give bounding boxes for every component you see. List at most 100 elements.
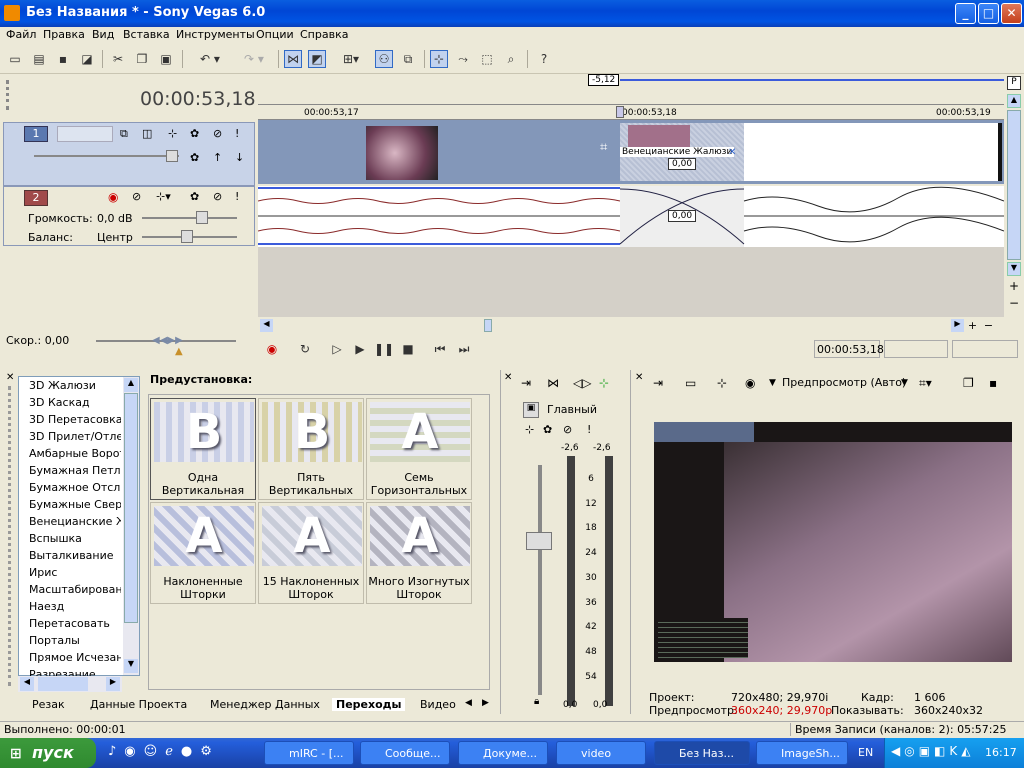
tray-icons[interactable]: ◀◎▣◧K◭ [891,744,974,758]
list-item[interactable]: Прямое Исчезание [29,651,121,664]
tab-scroll-right-icon[interactable]: ▶ [482,698,489,708]
preset-tile[interactable]: A 15 Наклоненных Шторок [258,502,364,604]
downmix-icon[interactable]: ⋈ [547,376,559,390]
preset-tile[interactable]: A Наклоненные Шторки [150,502,256,604]
preview-mode-chevron-icon[interactable]: ▼ [901,378,908,388]
zoom-out-icon[interactable]: − [982,319,995,332]
app-icon[interactable] [4,5,20,21]
bus-bypass-icon[interactable]: ⊹ [525,423,534,436]
menu-help[interactable]: Справка [300,28,348,41]
pause-icon[interactable]: ❚❚ [374,340,394,358]
menu-tools[interactable]: Инструменты [176,28,255,41]
whats-this-help-icon[interactable]: ? [535,50,553,68]
scroll-up-arrow[interactable]: ▲ [124,378,138,392]
scroll-up-arrow[interactable]: ▲ [1007,94,1021,108]
zoom-tool-icon[interactable]: ⌕ [502,50,520,68]
save-icon[interactable]: ▪ [54,50,72,68]
list-item[interactable]: 3D Перетасовка [29,413,121,426]
preset-tile[interactable]: A Много Изогнутых Шторок [366,502,472,604]
normal-edit-tool-icon[interactable]: ⊹ [430,50,448,68]
track-fx-icon[interactable]: ✿ [190,127,199,140]
grip-handle[interactable] [6,80,9,110]
video-clip-thumbnail[interactable] [366,126,438,180]
menu-options[interactable]: Опции [256,28,294,41]
scroll-thumb[interactable] [1007,110,1021,260]
track-name-field[interactable] [57,126,113,142]
quick-launch-media-icon[interactable]: ♪ [108,744,124,759]
open-folder-icon[interactable]: ▤ [30,50,48,68]
solo-icon[interactable]: ! [235,127,239,140]
selection-start-field[interactable] [884,340,948,358]
menu-view[interactable]: Вид [92,28,114,41]
insert-bus-icon[interactable]: ⇥ [521,376,531,390]
zoom-in-icon[interactable]: + [1007,279,1021,293]
empty-track-area[interactable] [258,247,1004,317]
zoom-out-icon[interactable]: − [1007,296,1021,310]
scroll-left-arrow[interactable]: ◀ [20,677,34,691]
master-fader-track[interactable] [538,465,542,695]
envelope-tool-icon[interactable]: ⤳ [454,50,472,68]
scroll-right-arrow[interactable]: ▶ [951,319,964,332]
list-item[interactable]: 3D Жалюзи [29,379,121,392]
preview-quality[interactable]: Предпросмотр (Авто) [782,376,906,389]
auto-crossfade-icon[interactable]: ◩ [308,50,326,68]
tab-trimmer[interactable]: Резак [32,698,65,711]
bus-solo-icon[interactable]: ! [587,423,591,436]
quick-launch-app-icon[interactable]: ⚙ [200,744,220,759]
arm-record-icon[interactable]: ◉ [108,190,118,204]
move-down-icon[interactable]: ↓ [235,151,244,164]
mute-icon[interactable]: ⊘ [213,127,222,140]
list-item[interactable]: Амбарные Ворота [29,447,121,460]
video-track-lane[interactable]: ⌗ Венецианские Жалюзи ✕ 0,00 [258,120,1004,184]
close-button[interactable]: ✕ [1001,3,1022,24]
mute-icon[interactable]: ⊘ [213,190,222,203]
snap-icon[interactable]: ⋈ [284,50,302,68]
list-item[interactable]: Бумажная Петля [29,464,121,477]
track-motion-icon[interactable]: ◫ [142,127,152,140]
preview-properties-icon[interactable]: ⇥ [653,376,663,390]
invert-phase-icon[interactable]: ⊘ [132,190,141,203]
scroll-down-arrow[interactable]: ▼ [1007,262,1021,276]
playhead-marker[interactable] [616,106,624,118]
play-from-start-icon[interactable]: ▷ [327,340,347,358]
track-fx-chain-icon[interactable]: ✿ [190,151,199,164]
tab-media-manager[interactable]: Менеджер Данных [210,698,320,711]
list-item[interactable]: Венецианские Жалюзи [29,515,121,528]
paste-icon[interactable]: ▣ [157,50,175,68]
list-item[interactable]: 3D Прилет/Отлет [29,430,121,443]
bypass-icon[interactable]: ⊹▾ [156,190,171,203]
quick-launch-messenger-icon[interactable]: ☺ [144,744,166,759]
quick-launch-player-icon[interactable]: ◉ [124,744,143,759]
new-file-icon[interactable]: ▭ [6,50,24,68]
selection-length-field[interactable] [952,340,1018,358]
list-item[interactable]: Бумажные Свертывания [29,498,121,511]
ignore-grouping-icon[interactable]: ⧉ [399,50,417,68]
scroll-down-arrow[interactable]: ▼ [124,659,138,673]
balance-slider-thumb[interactable] [181,230,193,243]
overlays-icon[interactable]: ◉ [745,376,755,390]
lock-envelopes-icon[interactable]: ⚇ [375,50,393,68]
play-icon[interactable]: ▶ [350,340,370,358]
redo-icon[interactable]: ↷ ▾ [236,50,272,68]
timeline-horizontal-scrollbar[interactable]: ◀ ▶ + − [258,318,1004,333]
undo-icon[interactable]: ↶ ▾ [192,50,228,68]
scroll-thumb[interactable] [484,319,492,332]
task-video-folder[interactable]: video [556,741,646,765]
dock-close-icon[interactable]: ✕ [504,372,512,383]
go-to-start-icon[interactable]: ⏮ [430,340,450,358]
preset-tile[interactable]: B Пять Вертикальных [258,398,364,500]
transition-clip[interactable]: Венецианские Жалюзи ✕ 0,00 [620,123,744,181]
opacity-slider[interactable] [34,155,179,157]
start-button[interactable]: ⊞ пуск [0,738,96,768]
menu-file[interactable]: Файл [6,28,36,41]
list-item[interactable]: Наезд [29,600,121,613]
properties-icon[interactable]: ◪ [78,50,96,68]
fader-lock-icon[interactable]: 🔒︎ [534,696,539,707]
timeline-vertical-scrollbar[interactable]: P ▲ ▼ + − [1004,74,1024,334]
compositing-mode-icon[interactable]: ⧉ [120,127,128,141]
save-snapshot-icon[interactable]: ▪ [989,376,997,390]
task-sony-vegas[interactable]: Без Наз... [654,741,750,765]
selection-tool-icon[interactable]: ⬚ [478,50,496,68]
task-mirc[interactable]: mIRC - [... [264,741,354,765]
list-item[interactable]: Ирис [29,566,121,579]
